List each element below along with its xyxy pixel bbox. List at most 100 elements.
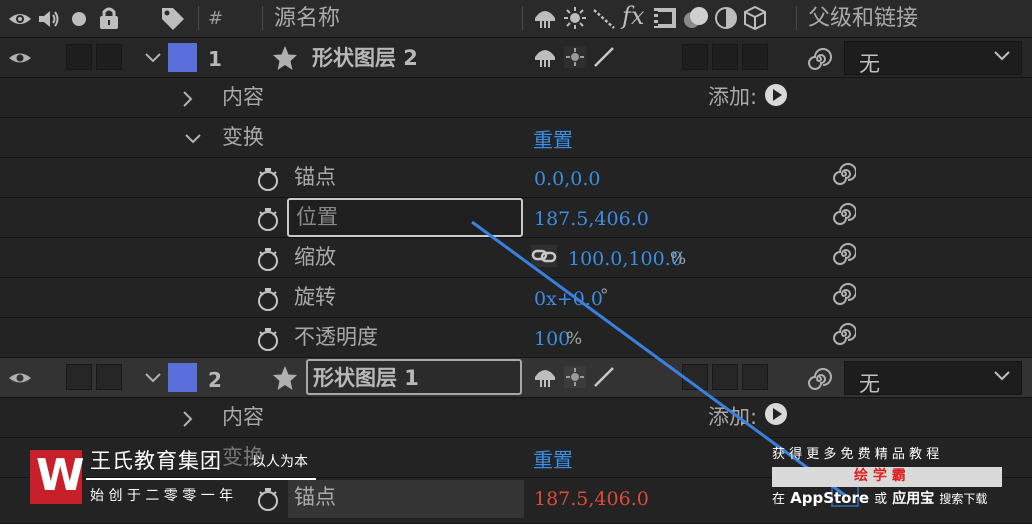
audio-speaker-icon[interactable] [37, 8, 61, 30]
pick-whip-spiral-icon[interactable] [806, 366, 832, 392]
opacity-value[interactable]: 100 [534, 330, 570, 349]
add-play-button-icon[interactable] [764, 83, 788, 107]
watermark-subtitle: 始 创 于 二 零 零 一 年 [90, 488, 234, 504]
expand-arrow-right-icon[interactable] [182, 410, 194, 428]
column-parent-link[interactable]: 父级和链接 [808, 8, 918, 30]
stopwatch-icon[interactable] [256, 206, 280, 232]
stopwatch-icon[interactable] [256, 486, 280, 512]
stopwatch-icon[interactable] [256, 246, 280, 272]
effects-fx-icon[interactable]: fx [622, 4, 644, 28]
add-label: 添加: [708, 85, 758, 109]
solo-dot-icon[interactable] [70, 10, 88, 28]
stopwatch-icon[interactable] [256, 166, 280, 192]
layer-lock-box[interactable] [96, 44, 122, 70]
lock-icon[interactable] [98, 6, 120, 30]
watermark-store: 应用宝 [892, 491, 935, 507]
layer-visibility-eye-icon[interactable] [8, 50, 32, 66]
pick-whip-spiral-icon[interactable] [832, 322, 856, 346]
layer-expand-chevron-icon[interactable] [144, 52, 162, 64]
layer-switch-box[interactable] [682, 44, 708, 70]
layer-row-2[interactable]: 2 形状图层 1 无 [0, 358, 1032, 398]
3d-layer-cube-icon[interactable] [743, 5, 767, 31]
property-row-anchor[interactable]: 锚点 0.0,0.0 [0, 158, 1032, 198]
property-row-position[interactable]: 位置 187.5,406.0 [0, 198, 1032, 238]
pick-whip-spiral-icon[interactable] [832, 202, 856, 226]
wangshi-logo: W [30, 450, 85, 504]
opacity-unit: % [566, 329, 583, 349]
pick-whip-spiral-icon[interactable] [806, 46, 832, 72]
anchor-label: 锚点 [294, 165, 336, 189]
opacity-label: 不透明度 [294, 325, 378, 349]
layer-visibility-eye-icon[interactable] [8, 370, 32, 386]
watermark-brand-bar: 绘 学 霸 [772, 467, 1002, 487]
layer-number: 1 [208, 47, 222, 71]
property-row-rotation[interactable]: 旋转 0x+0.0 ° [0, 278, 1032, 318]
layer-switch-box[interactable] [742, 364, 768, 390]
label-tag-icon[interactable] [160, 6, 186, 30]
layer-quality-icon[interactable] [592, 45, 616, 69]
motion-blur-icon[interactable] [682, 5, 710, 31]
collapse-arrow-down-icon[interactable] [184, 133, 202, 145]
layer-solo-box[interactable] [66, 44, 92, 70]
shape-layer-star-icon [273, 366, 297, 390]
shape-layer-star-icon [273, 46, 297, 70]
parent-dropdown[interactable]: 无 [844, 361, 1022, 396]
layer-shy-icon[interactable] [532, 365, 558, 389]
anchor-value[interactable]: 0.0,0.0 [534, 170, 600, 189]
layer-name[interactable]: 形状图层 1 [313, 368, 419, 389]
layer-switch-box[interactable] [682, 364, 708, 390]
constrain-proportions-link-icon[interactable] [530, 244, 558, 268]
column-hash: # [208, 8, 224, 29]
layer-shy-icon[interactable] [532, 45, 558, 69]
add-play-button-icon[interactable] [764, 402, 788, 426]
layer-name[interactable]: 形状图层 2 [312, 48, 418, 69]
layer-lock-box[interactable] [96, 364, 122, 390]
layer-solo-box[interactable] [66, 364, 92, 390]
transform-group-row[interactable]: 变换 重置 [0, 118, 1032, 158]
scale-value[interactable]: 100.0,100.0 [568, 250, 683, 269]
logo-letter: W [36, 450, 85, 501]
position-value[interactable]: 187.5,406.0 [534, 210, 649, 229]
stopwatch-icon[interactable] [256, 326, 280, 352]
expand-arrow-right-icon[interactable] [182, 90, 194, 108]
property-row-opacity[interactable]: 不透明度 100 % [0, 318, 1032, 358]
contents-group-row[interactable]: 内容 添加: [0, 78, 1032, 118]
anchor-value[interactable]: 187.5,406.0 [534, 490, 649, 509]
layer-label-color[interactable] [168, 43, 197, 72]
layer-number: 2 [208, 368, 222, 392]
layer-switch-box[interactable] [742, 44, 768, 70]
layer-collapse-icon[interactable] [563, 365, 587, 389]
layer-name-edit-field[interactable]: 形状图层 1 [306, 359, 522, 395]
collapse-sun-icon[interactable] [563, 6, 587, 30]
pick-whip-spiral-icon[interactable] [832, 282, 856, 306]
contents-group-row[interactable]: 内容 添加: [0, 398, 1032, 438]
layer-collapse-icon[interactable] [563, 45, 587, 69]
layer-switch-box[interactable] [712, 364, 738, 390]
pick-whip-spiral-icon[interactable] [832, 242, 856, 266]
reset-link[interactable]: 重置 [533, 130, 573, 150]
reset-link[interactable]: 重置 [533, 450, 573, 470]
contents-label: 内容 [222, 405, 264, 429]
layer-label-color[interactable] [168, 363, 197, 392]
rotation-value[interactable]: 0x+0.0 [534, 290, 603, 309]
stopwatch-icon[interactable] [256, 286, 280, 312]
adjustment-layer-icon[interactable] [714, 6, 738, 30]
layer-expand-chevron-icon[interactable] [144, 372, 162, 384]
position-name-edit-field[interactable]: 位置 [287, 198, 523, 237]
video-eye-icon[interactable] [8, 10, 32, 28]
shy-icon[interactable] [532, 6, 558, 30]
frame-blend-icon[interactable] [652, 6, 678, 30]
pick-whip-spiral-icon[interactable] [832, 162, 856, 186]
position-label: 位置 [296, 205, 338, 229]
layer-quality-icon[interactable] [592, 365, 616, 389]
quality-slash-icon[interactable] [592, 6, 616, 30]
parent-dropdown[interactable]: 无 [844, 41, 1022, 76]
watermark-divider [86, 478, 316, 480]
layer-row-1[interactable]: 1 形状图层 2 无 [0, 38, 1032, 78]
watermark-line3-prefix: 在 [772, 492, 786, 507]
property-row-scale[interactable]: 缩放 100.0,100.0 % [0, 238, 1032, 278]
add-label: 添加: [708, 405, 758, 429]
column-source-name[interactable]: 源名称 [274, 8, 340, 30]
layer-switch-box[interactable] [712, 44, 738, 70]
watermark-right-line3: 在 AppStore 或 应用宝 搜索下载 [772, 488, 987, 508]
